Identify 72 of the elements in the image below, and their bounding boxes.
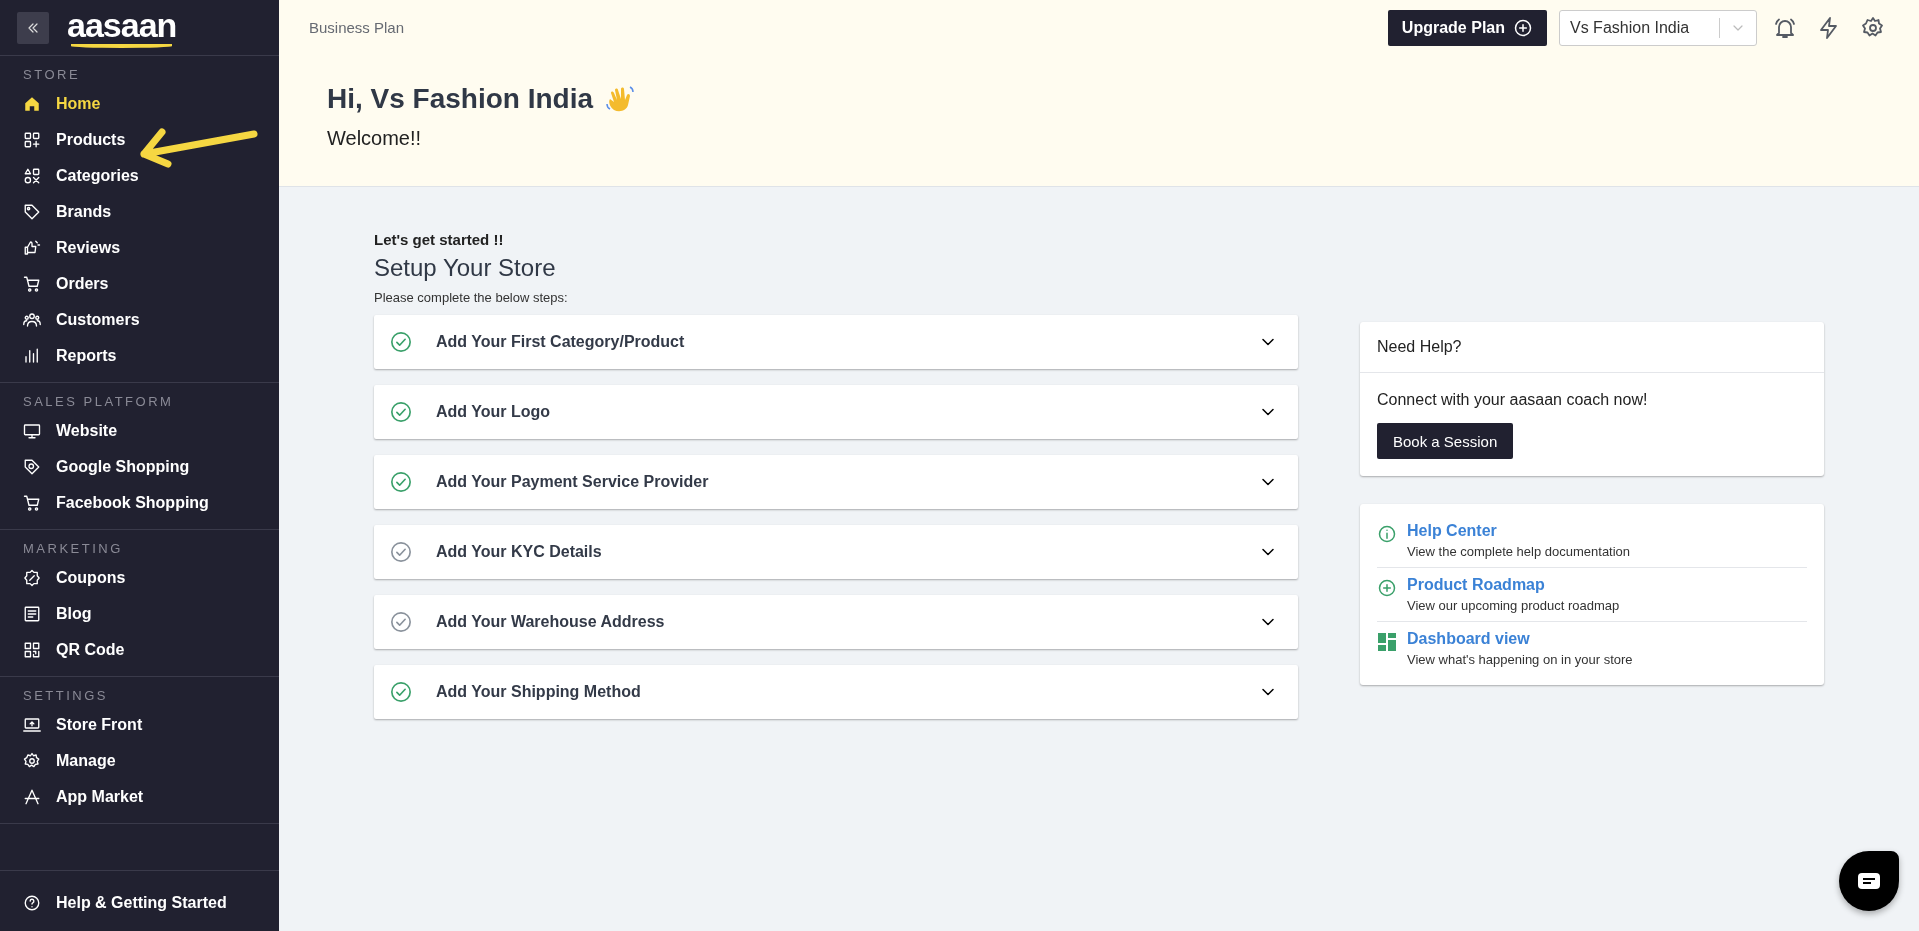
nav-item[interactable]: App Market <box>0 779 279 815</box>
tag-icon <box>23 203 41 221</box>
section-label: SETTINGS <box>22 688 109 705</box>
nav-item[interactable]: Products <box>0 122 279 158</box>
nav-item[interactable]: Facebook Shopping <box>0 485 279 521</box>
nav-item[interactable]: Orders <box>0 266 279 302</box>
grid-plus-icon <box>23 131 41 149</box>
document-icon <box>23 605 41 623</box>
logo: aasaan <box>67 7 177 48</box>
setup-step[interactable]: Add Your KYC Details <box>374 525 1298 579</box>
setup-hint: Please complete the below steps: <box>374 290 569 305</box>
settings-icon <box>23 752 41 770</box>
greeting-title: Hi, Vs Fashion India <box>327 83 594 115</box>
monitor-icon <box>23 422 41 440</box>
help-card-title: Need Help? <box>1360 322 1824 373</box>
nav-item[interactable]: Reviews <box>0 230 279 266</box>
setup-step[interactable]: Add Your Payment Service Provider <box>374 455 1298 509</box>
help-nav-item[interactable]: Help & Getting Started <box>0 885 279 921</box>
section-label: SALES PLATFORM <box>22 394 175 411</box>
store-select[interactable]: Vs Fashion India <box>1559 9 1757 46</box>
setup-step[interactable]: Add Your Warehouse Address <box>374 595 1298 649</box>
nav-item[interactable]: Website <box>0 413 279 449</box>
plus-circle-icon <box>1377 578 1397 598</box>
upgrade-plan-button[interactable]: Upgrade Plan <box>1387 9 1547 46</box>
collapse-button[interactable] <box>17 11 49 44</box>
plus-circle-icon <box>1513 17 1533 38</box>
nav-item[interactable]: Blog <box>0 596 279 632</box>
nav-item[interactable]: Home <box>0 86 279 122</box>
setup-step[interactable]: Add Your First Category/Product <box>374 315 1298 369</box>
resource-link[interactable]: Dashboard view <box>1407 630 1530 647</box>
coupon-icon <box>23 569 41 587</box>
setup-step[interactable]: Add Your Logo <box>374 385 1298 439</box>
kicker-text: Let's get started !! <box>374 231 505 248</box>
tag-icon <box>23 458 41 476</box>
setup-step[interactable]: Add Your Shipping Method <box>374 665 1298 719</box>
nav-item[interactable]: Manage <box>0 743 279 779</box>
book-session-button[interactable]: Book a Session <box>1377 423 1514 459</box>
info-icon <box>1377 524 1397 544</box>
bar-chart-icon <box>23 347 41 365</box>
resource-description: View our upcoming product roadmap <box>1407 598 1620 613</box>
help-icon <box>23 894 41 912</box>
nav-item[interactable]: Customers <box>0 302 279 338</box>
resource-description: View the complete help documentation <box>1407 544 1631 559</box>
section-label: MARKETING <box>22 541 124 558</box>
people-icon <box>23 311 41 329</box>
chat-icon <box>1858 873 1880 889</box>
resource-description: View what's happening on in your store <box>1407 652 1633 667</box>
nav-item[interactable]: QR Code <box>0 632 279 668</box>
nav-item[interactable]: Brands <box>0 194 279 230</box>
app-store-icon <box>23 788 41 806</box>
dashboard-icon <box>1377 632 1397 652</box>
qr-code-icon <box>23 641 41 659</box>
resource-link[interactable]: Help Center <box>1407 522 1497 539</box>
nav-item[interactable]: Categories <box>0 158 279 194</box>
thumbs-up-icon <box>23 239 41 257</box>
waving-hand-icon <box>605 84 636 114</box>
section-label: STORE <box>22 67 82 84</box>
welcome-text: Welcome!! <box>327 127 423 150</box>
nav-item[interactable]: Coupons <box>0 560 279 596</box>
shapes-icon <box>23 167 41 185</box>
plan-label: Business Plan <box>309 19 406 36</box>
help-card-text: Connect with your aasaan coach now! <box>1377 391 1649 409</box>
cart-icon <box>23 494 41 512</box>
laptop-icon <box>23 716 41 734</box>
nav-item[interactable]: Reports <box>0 338 279 374</box>
nav-item[interactable]: Google Shopping <box>0 449 279 485</box>
setup-title: Setup Your Store <box>374 254 557 282</box>
resource-link[interactable]: Product Roadmap <box>1407 576 1545 593</box>
cart-icon <box>23 275 41 293</box>
chat-button[interactable] <box>1839 851 1899 911</box>
home-icon <box>23 95 41 113</box>
nav-item[interactable]: Store Front <box>0 707 279 743</box>
